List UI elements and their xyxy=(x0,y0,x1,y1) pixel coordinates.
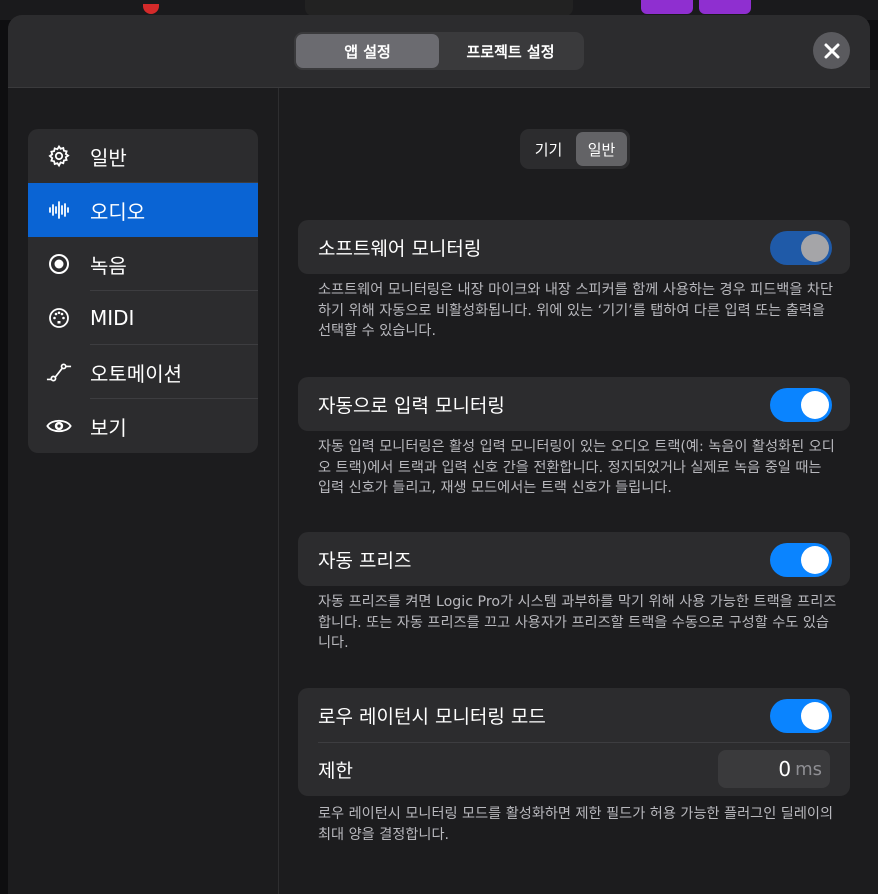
background-lcd xyxy=(305,0,573,16)
sidebar-pane: 일반 오디오 녹음 MIDI 오토메이션 보기 xyxy=(8,88,279,894)
settings-content: 기기 일반 소프트웨어 모니터링 소프트웨어 모니터링은 내장 마이크와 내장 … xyxy=(279,88,870,894)
background-record-button xyxy=(143,4,159,14)
toggle-knob xyxy=(801,391,829,419)
toggle-knob xyxy=(801,234,829,262)
sidebar-item-label: 보기 xyxy=(90,415,127,440)
sidebar-item-midi[interactable]: MIDI xyxy=(28,291,258,345)
sidebar-item-recording[interactable]: 녹음 xyxy=(28,237,258,291)
auto-input-monitoring-label: 자동으로 입력 모니터링 xyxy=(318,394,505,417)
sidebar-item-view[interactable]: 보기 xyxy=(28,399,258,453)
auto-input-monitoring-row: 자동으로 입력 모니터링 xyxy=(298,377,850,431)
sidebar-item-label: 일반 xyxy=(90,145,127,170)
low-latency-card: 로우 레이턴시 모니터링 모드 제한 0 ms xyxy=(298,688,850,796)
midi-icon xyxy=(46,305,72,331)
sidebar-item-label: 오디오 xyxy=(90,199,146,224)
eye-icon xyxy=(46,413,72,439)
low-latency-row: 로우 레이턴시 모니터링 모드 xyxy=(298,688,850,742)
toggle-knob xyxy=(801,546,829,574)
tab-general[interactable]: 일반 xyxy=(576,132,627,166)
tab-project-settings[interactable]: 프로젝트 설정 xyxy=(439,34,582,68)
auto-freeze-label: 자동 프리즈 xyxy=(318,549,412,572)
sidebar-item-general[interactable]: 일반 xyxy=(28,129,258,183)
automation-icon xyxy=(46,359,72,385)
auto-freeze-toggle[interactable] xyxy=(770,543,832,577)
low-latency-label: 로우 레이턴시 모니터링 모드 xyxy=(318,705,546,728)
sidebar: 일반 오디오 녹음 MIDI 오토메이션 보기 xyxy=(28,129,258,453)
auto-input-monitoring-card: 자동으로 입력 모니터링 xyxy=(298,377,850,431)
auto-freeze-row: 자동 프리즈 xyxy=(298,532,850,586)
sidebar-item-label: 오토메이션 xyxy=(90,361,182,386)
software-monitoring-description: 소프트웨어 모니터링은 내장 마이크와 내장 스피커를 함께 사용하는 경우 피… xyxy=(318,282,833,339)
sidebar-item-audio[interactable]: 오디오 xyxy=(28,183,258,237)
software-monitoring-card: 소프트웨어 모니터링 xyxy=(298,220,850,274)
low-latency-toggle[interactable] xyxy=(770,699,832,733)
software-monitoring-row: 소프트웨어 모니터링 xyxy=(298,220,850,274)
close-button[interactable] xyxy=(813,32,850,69)
auto-freeze-card: 자동 프리즈 xyxy=(298,532,850,586)
sidebar-item-automation[interactable]: 오토메이션 xyxy=(28,345,258,399)
close-icon xyxy=(824,43,839,58)
background-purple-button xyxy=(641,0,693,14)
auto-input-monitoring-toggle[interactable] xyxy=(770,388,832,422)
limit-unit: ms xyxy=(795,758,822,780)
tab-devices[interactable]: 기기 xyxy=(523,132,574,166)
settings-scope-segmented-control: 앱 설정 프로젝트 설정 xyxy=(294,32,584,70)
tab-app-settings[interactable]: 앱 설정 xyxy=(296,34,439,68)
waveform-icon xyxy=(46,197,72,223)
limit-label: 제한 xyxy=(318,759,353,782)
software-monitoring-toggle[interactable] xyxy=(770,231,832,265)
gear-icon xyxy=(46,143,72,169)
settings-modal: 앱 설정 프로젝트 설정 일반 오디오 녹음 MIDI 오토메이션 보기 기기 … xyxy=(8,15,870,894)
low-latency-description: 로우 레이턴시 모니터링 모드를 활성화하면 제한 필드가 허용 가능한 플러그… xyxy=(318,806,833,843)
limit-input[interactable]: 0 ms xyxy=(718,750,830,788)
limit-value: 0 xyxy=(778,757,792,781)
audio-subtab-control: 기기 일반 xyxy=(520,129,630,169)
auto-freeze-description: 자동 프리즈를 켜면 Logic Pro가 시스템 과부하를 막기 위해 사용 … xyxy=(318,594,837,651)
background-purple-button-2 xyxy=(699,0,751,14)
sidebar-item-label: MIDI xyxy=(90,306,135,330)
limit-row: 제한 0 ms xyxy=(298,742,850,796)
software-monitoring-label: 소프트웨어 모니터링 xyxy=(318,237,482,260)
auto-input-monitoring-description: 자동 입력 모니터링은 활성 입력 모니터링이 있는 오디오 트랙(예: 녹음이… xyxy=(318,439,835,496)
modal-header: 앱 설정 프로젝트 설정 xyxy=(8,15,870,88)
toggle-knob xyxy=(801,702,829,730)
sidebar-item-label: 녹음 xyxy=(90,253,127,278)
record-icon xyxy=(46,251,72,277)
